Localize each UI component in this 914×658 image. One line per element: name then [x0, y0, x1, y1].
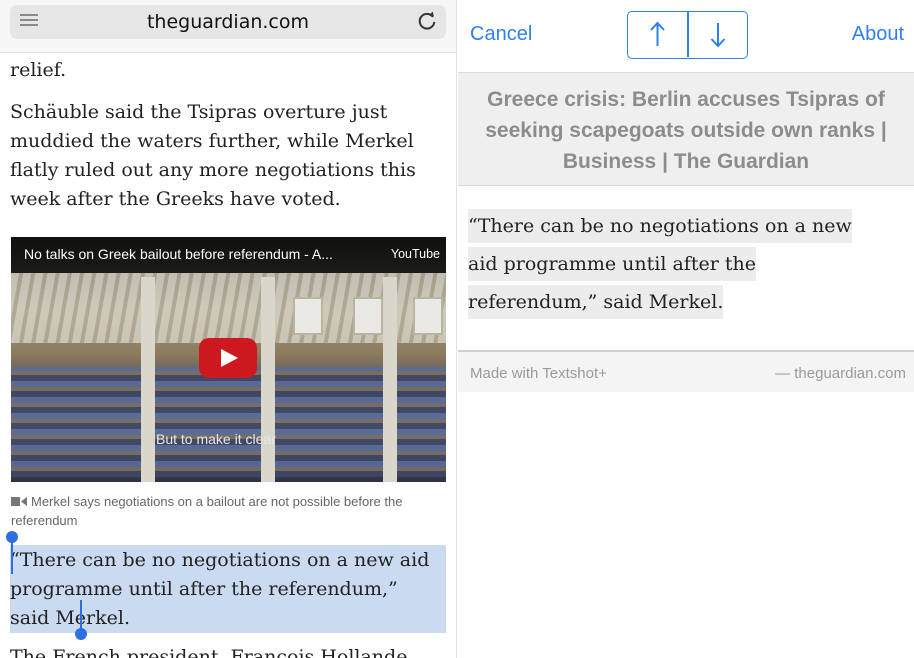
video-title-bar[interactable]: No talks on Greek bailout before referen…: [11, 237, 446, 273]
caption-text: Merkel says negotiations on a bailout ar…: [11, 494, 403, 528]
video-frame-window: [353, 297, 383, 335]
paragraph: Schäuble said the Tsipras overture just …: [10, 101, 416, 210]
video-frame-window: [293, 297, 323, 335]
made-with-label: Made with Textshot+: [470, 365, 607, 382]
browser-pane: theguardian.com relief. Schäuble said th…: [0, 0, 457, 658]
reader-mode-icon[interactable]: [20, 14, 38, 29]
video-title[interactable]: No talks on Greek bailout before referen…: [24, 246, 333, 262]
arrow-up-icon[interactable]: [628, 12, 687, 57]
source-label: — theguardian.com: [775, 365, 906, 382]
paragraph-tail: relief.: [10, 59, 67, 81]
video-camera-icon: [11, 497, 27, 506]
selected-quote[interactable]: “There can be no negotiations on a new a…: [10, 546, 442, 633]
video-caption: Merkel says negotiations on a bailout ar…: [11, 492, 441, 530]
video-frame-pillar: [141, 277, 155, 482]
video-frame-pillar: [261, 277, 275, 482]
address-bar[interactable]: theguardian.com: [10, 5, 446, 39]
embedded-video[interactable]: No talks on Greek bailout before referen…: [11, 237, 446, 482]
arrow-down-icon[interactable]: [689, 12, 747, 57]
quote-text: “There can be no negotiations on a new a…: [468, 209, 852, 319]
url-text[interactable]: theguardian.com: [50, 11, 406, 33]
reload-icon[interactable]: [416, 10, 438, 32]
article-title-box: Greece crisis: Berlin accuses Tsipras of…: [458, 73, 914, 186]
selection-end-handle[interactable]: [75, 600, 87, 640]
article-title: Greece crisis: Berlin accuses Tsipras of…: [485, 88, 887, 173]
video-frame-pillar: [383, 277, 397, 482]
quote-block: “There can be no negotiations on a new a…: [468, 207, 878, 321]
youtube-logo[interactable]: YouTube: [391, 247, 440, 261]
move-segmented-control: [627, 11, 748, 59]
play-button[interactable]: [199, 338, 257, 378]
video-frame-seats: [11, 367, 446, 477]
play-icon: [221, 349, 238, 367]
textshot-toolbar: Cancel About: [458, 0, 914, 73]
browser-toolbar: theguardian.com: [0, 0, 456, 53]
textshot-pane: Cancel About Greece crisis: Berlin accus…: [458, 0, 914, 658]
cancel-button[interactable]: Cancel: [470, 23, 532, 46]
textshot-footer: Made with Textshot+ — theguardian.com: [458, 352, 914, 392]
about-button[interactable]: About: [852, 23, 904, 46]
video-frame-window: [413, 297, 443, 335]
next-paragraph: The French president, François Hollande: [10, 646, 408, 658]
selection-start-handle[interactable]: [6, 531, 18, 574]
video-subtitle: But to make it clear: [156, 431, 276, 447]
